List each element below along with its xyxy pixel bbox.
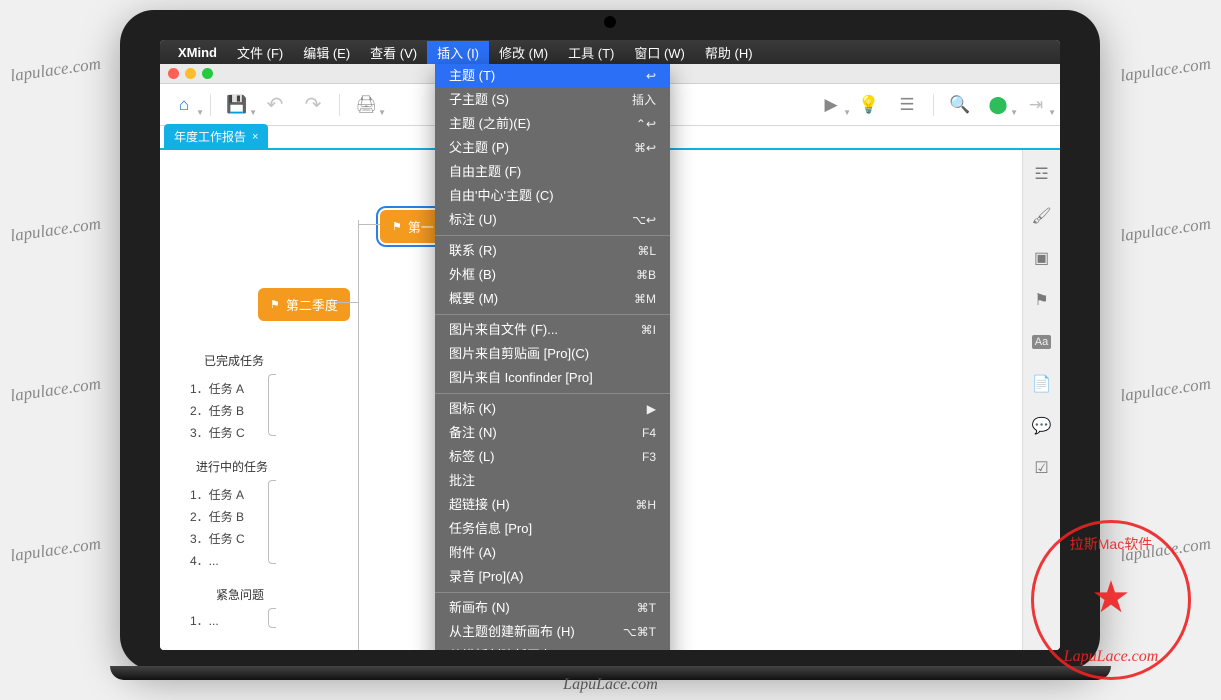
- minimize-window-icon[interactable]: [185, 68, 196, 79]
- task-item[interactable]: 1．任务 A: [190, 484, 244, 505]
- mac-menubar: XMind 文件 (F) 编辑 (E) 查看 (V) 插入 (I) 修改 (M)…: [160, 40, 1060, 64]
- search-button[interactable]: 🔍: [946, 91, 974, 119]
- watermark: lapulace.com: [1119, 374, 1212, 406]
- laptop-frame: XMind 文件 (F) 编辑 (E) 查看 (V) 插入 (I) 修改 (M)…: [120, 10, 1100, 670]
- task-item[interactable]: 4．...: [190, 550, 219, 571]
- watermark: lapulace.com: [1119, 54, 1212, 86]
- menu-item-sheet-from-topic[interactable]: 从主题创建新画布 (H)⌥⌘T: [435, 620, 670, 644]
- menu-item-floating[interactable]: 自由主题 (F): [435, 160, 670, 184]
- task-item[interactable]: 2．任务 B: [190, 400, 244, 421]
- app-name[interactable]: XMind: [178, 45, 217, 60]
- menu-item-boundary[interactable]: 外框 (B)⌘B: [435, 263, 670, 287]
- task-item[interactable]: 1．...: [190, 610, 219, 631]
- connector: [358, 224, 380, 225]
- menu-item-comments[interactable]: 批注: [435, 469, 670, 493]
- menu-item-parent[interactable]: 父主题 (P)⌘↩: [435, 136, 670, 160]
- format-icon[interactable]: 🖌: [1032, 206, 1052, 226]
- watermark: lapulace.com: [9, 534, 102, 566]
- undo-button[interactable]: ↶: [261, 91, 289, 119]
- connector: [358, 220, 359, 650]
- marker-icon[interactable]: ⚑: [1032, 290, 1052, 310]
- menu-item-relationship[interactable]: 联系 (R)⌘L: [435, 239, 670, 263]
- image-icon[interactable]: ▣: [1032, 248, 1052, 268]
- screen: XMind 文件 (F) 编辑 (E) 查看 (V) 插入 (I) 修改 (M)…: [160, 40, 1060, 650]
- menu-help[interactable]: 帮助 (H): [695, 41, 763, 64]
- outline-icon[interactable]: ☲: [1032, 164, 1052, 184]
- menu-file[interactable]: 文件 (F): [227, 41, 293, 64]
- menu-item-taskinfo[interactable]: 任务信息 [Pro]: [435, 517, 670, 541]
- tab-document[interactable]: 年度工作报告 ×: [164, 124, 268, 148]
- zoom-window-icon[interactable]: [202, 68, 213, 79]
- task-item[interactable]: 3．任务 C: [190, 528, 245, 549]
- notes-icon[interactable]: 📄: [1032, 374, 1052, 394]
- menu-item-hyperlink[interactable]: 超链接 (H)⌘H: [435, 493, 670, 517]
- menu-window[interactable]: 窗口 (W): [624, 41, 695, 64]
- flag-icon: ⚑: [392, 220, 402, 233]
- bracket: [268, 480, 276, 564]
- save-button[interactable]: 💾▼: [223, 91, 251, 119]
- home-button[interactable]: ⌂▼: [170, 91, 198, 119]
- stamp-logo: 拉斯Mac软件 ★ LapuLace.com: [1031, 520, 1191, 680]
- close-window-icon[interactable]: [168, 68, 179, 79]
- connector: [336, 302, 358, 303]
- subtopic-urgent[interactable]: 紧急问题: [216, 584, 264, 605]
- redo-button[interactable]: ↷: [299, 91, 327, 119]
- share-button[interactable]: ⬤▼: [984, 91, 1012, 119]
- task-item[interactable]: 1．任务 A: [190, 378, 244, 399]
- comments-icon[interactable]: 💬: [1032, 416, 1052, 436]
- camera-notch: [604, 16, 616, 28]
- flag-icon: ⚑: [270, 298, 280, 311]
- menu-item-topic[interactable]: 主题 (T)↩: [435, 64, 670, 88]
- menu-tools[interactable]: 工具 (T): [558, 41, 624, 64]
- menu-item-summary[interactable]: 概要 (M)⌘M: [435, 287, 670, 311]
- menu-item-sheet-from-template[interactable]: 从模板创建新画布 (W)⌥⌘N: [435, 644, 670, 650]
- watermark: lapulace.com: [9, 374, 102, 406]
- watermark: lapulace.com: [9, 54, 102, 86]
- menu-item-image-file[interactable]: 图片来自文件 (F)...⌘I: [435, 318, 670, 342]
- menu-edit[interactable]: 编辑 (E): [293, 41, 360, 64]
- watermark: lapulace.com: [1119, 214, 1212, 246]
- subtopic-inprogress[interactable]: 进行中的任务: [196, 456, 268, 477]
- task-item[interactable]: 2．任务 B: [190, 506, 244, 527]
- topic-q2[interactable]: ⚑第二季度: [258, 288, 350, 321]
- menu-modify[interactable]: 修改 (M): [489, 41, 558, 64]
- menu-item-icon[interactable]: 图标 (K)▶: [435, 397, 670, 421]
- subtopic-completed[interactable]: 已完成任务: [204, 350, 264, 371]
- watermark: lapulace.com: [9, 214, 102, 246]
- menu-item-attachment[interactable]: 附件 (A): [435, 541, 670, 565]
- footer-watermark: LapuLace.com: [563, 676, 658, 694]
- insert-dropdown: 主题 (T)↩ 子主题 (S)插入 主题 (之前)(E)⌃↩ 父主题 (P)⌘↩…: [435, 64, 670, 650]
- gantt-button[interactable]: ☰: [893, 91, 921, 119]
- menu-item-topic-before[interactable]: 主题 (之前)(E)⌃↩: [435, 112, 670, 136]
- menu-item-audio[interactable]: 录音 [Pro](A): [435, 565, 670, 589]
- export-button[interactable]: ⇥▼: [1022, 91, 1050, 119]
- tab-label: 年度工作报告: [174, 128, 246, 145]
- menu-item-image-clipart[interactable]: 图片来自剪贴画 [Pro](C): [435, 342, 670, 366]
- brainstorm-button[interactable]: 💡: [855, 91, 883, 119]
- bracket: [268, 374, 276, 436]
- menu-view[interactable]: 查看 (V): [360, 41, 427, 64]
- menu-item-callout[interactable]: 标注 (U)⌥↩: [435, 208, 670, 232]
- menu-item-floating-central[interactable]: 自由'中心'主题 (C): [435, 184, 670, 208]
- task-icon[interactable]: ☑: [1032, 458, 1052, 478]
- menu-item-notes[interactable]: 备注 (N)F4: [435, 421, 670, 445]
- menu-item-new-sheet[interactable]: 新画布 (N)⌘T: [435, 596, 670, 620]
- menu-insert[interactable]: 插入 (I): [427, 41, 489, 64]
- bracket: [268, 608, 276, 628]
- presentation-button[interactable]: ▶▼: [817, 91, 845, 119]
- menu-item-label[interactable]: 标签 (L)F3: [435, 445, 670, 469]
- task-item[interactable]: 3．任务 C: [190, 422, 245, 443]
- menu-item-image-iconfinder[interactable]: 图片来自 Iconfinder [Pro]: [435, 366, 670, 390]
- menu-item-subtopic[interactable]: 子主题 (S)插入: [435, 88, 670, 112]
- print-button[interactable]: 🖨▼: [352, 91, 380, 119]
- font-icon[interactable]: Aa: [1032, 332, 1052, 352]
- tab-close-icon[interactable]: ×: [252, 131, 258, 143]
